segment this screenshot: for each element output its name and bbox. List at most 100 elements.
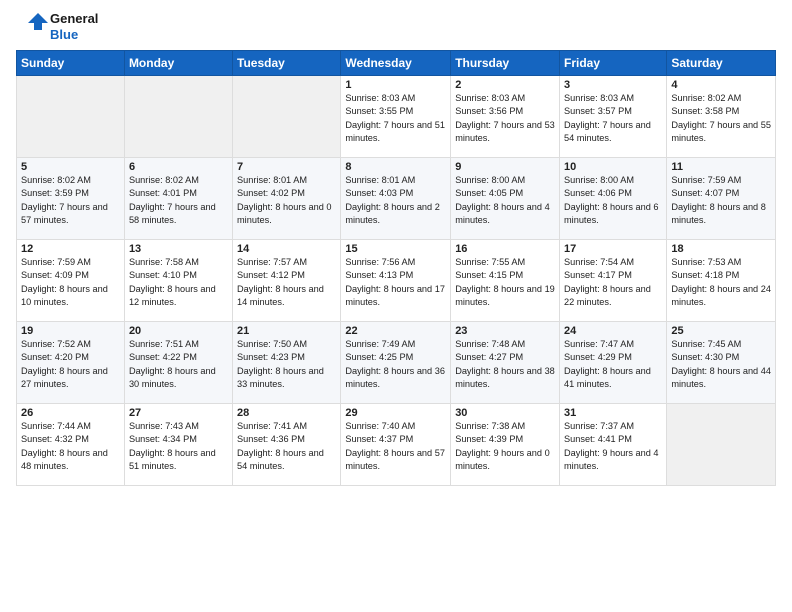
cell-w2-d3: 7Sunrise: 8:01 AM Sunset: 4:02 PM Daylig… — [233, 158, 341, 240]
day-number: 8 — [345, 161, 446, 173]
day-info: Sunrise: 7:45 AM Sunset: 4:30 PM Dayligh… — [671, 338, 771, 391]
day-number: 14 — [237, 243, 336, 255]
cell-w2-d1: 5Sunrise: 8:02 AM Sunset: 3:59 PM Daylig… — [17, 158, 125, 240]
day-info: Sunrise: 7:58 AM Sunset: 4:10 PM Dayligh… — [129, 256, 228, 309]
day-number: 25 — [671, 325, 771, 337]
cell-w5-d5: 30Sunrise: 7:38 AM Sunset: 4:39 PM Dayli… — [451, 404, 560, 486]
header-wednesday: Wednesday — [341, 51, 451, 76]
day-info: Sunrise: 7:52 AM Sunset: 4:20 PM Dayligh… — [21, 338, 120, 391]
day-info: Sunrise: 8:03 AM Sunset: 3:55 PM Dayligh… — [345, 92, 446, 145]
day-info: Sunrise: 8:01 AM Sunset: 4:03 PM Dayligh… — [345, 174, 446, 227]
day-number: 17 — [564, 243, 662, 255]
day-info: Sunrise: 7:40 AM Sunset: 4:37 PM Dayligh… — [345, 420, 446, 473]
week-row-3: 12Sunrise: 7:59 AM Sunset: 4:09 PM Dayli… — [17, 240, 776, 322]
day-number: 28 — [237, 407, 336, 419]
day-info: Sunrise: 8:03 AM Sunset: 3:56 PM Dayligh… — [455, 92, 555, 145]
day-number: 15 — [345, 243, 446, 255]
day-number: 3 — [564, 79, 662, 91]
day-info: Sunrise: 7:53 AM Sunset: 4:18 PM Dayligh… — [671, 256, 771, 309]
cell-w2-d7: 11Sunrise: 7:59 AM Sunset: 4:07 PM Dayli… — [667, 158, 776, 240]
day-number: 19 — [21, 325, 120, 337]
day-info: Sunrise: 8:02 AM Sunset: 3:59 PM Dayligh… — [21, 174, 120, 227]
cell-w3-d4: 15Sunrise: 7:56 AM Sunset: 4:13 PM Dayli… — [341, 240, 451, 322]
day-number: 27 — [129, 407, 228, 419]
cell-w5-d2: 27Sunrise: 7:43 AM Sunset: 4:34 PM Dayli… — [124, 404, 232, 486]
cell-w4-d1: 19Sunrise: 7:52 AM Sunset: 4:20 PM Dayli… — [17, 322, 125, 404]
cell-w2-d6: 10Sunrise: 8:00 AM Sunset: 4:06 PM Dayli… — [560, 158, 667, 240]
header: General Blue — [16, 10, 776, 44]
day-info: Sunrise: 7:47 AM Sunset: 4:29 PM Dayligh… — [564, 338, 662, 391]
cell-w1-d6: 3Sunrise: 8:03 AM Sunset: 3:57 PM Daylig… — [560, 76, 667, 158]
cell-w5-d1: 26Sunrise: 7:44 AM Sunset: 4:32 PM Dayli… — [17, 404, 125, 486]
logo: General Blue — [16, 10, 98, 44]
day-number: 1 — [345, 79, 446, 91]
day-info: Sunrise: 8:02 AM Sunset: 4:01 PM Dayligh… — [129, 174, 228, 227]
header-saturday: Saturday — [667, 51, 776, 76]
cell-w3-d7: 18Sunrise: 7:53 AM Sunset: 4:18 PM Dayli… — [667, 240, 776, 322]
cell-w5-d7 — [667, 404, 776, 486]
day-number: 10 — [564, 161, 662, 173]
cell-w1-d3 — [233, 76, 341, 158]
cell-w5-d3: 28Sunrise: 7:41 AM Sunset: 4:36 PM Dayli… — [233, 404, 341, 486]
cell-w4-d2: 20Sunrise: 7:51 AM Sunset: 4:22 PM Dayli… — [124, 322, 232, 404]
header-friday: Friday — [560, 51, 667, 76]
day-number: 7 — [237, 161, 336, 173]
cell-w1-d4: 1Sunrise: 8:03 AM Sunset: 3:55 PM Daylig… — [341, 76, 451, 158]
day-number: 23 — [455, 325, 555, 337]
cell-w5-d6: 31Sunrise: 7:37 AM Sunset: 4:41 PM Dayli… — [560, 404, 667, 486]
day-info: Sunrise: 8:01 AM Sunset: 4:02 PM Dayligh… — [237, 174, 336, 227]
day-number: 29 — [345, 407, 446, 419]
cell-w3-d5: 16Sunrise: 7:55 AM Sunset: 4:15 PM Dayli… — [451, 240, 560, 322]
day-number: 5 — [21, 161, 120, 173]
day-info: Sunrise: 7:44 AM Sunset: 4:32 PM Dayligh… — [21, 420, 120, 473]
day-info: Sunrise: 8:03 AM Sunset: 3:57 PM Dayligh… — [564, 92, 662, 145]
day-number: 30 — [455, 407, 555, 419]
day-number: 6 — [129, 161, 228, 173]
day-number: 18 — [671, 243, 771, 255]
day-info: Sunrise: 7:41 AM Sunset: 4:36 PM Dayligh… — [237, 420, 336, 473]
day-number: 9 — [455, 161, 555, 173]
cell-w3-d3: 14Sunrise: 7:57 AM Sunset: 4:12 PM Dayli… — [233, 240, 341, 322]
logo-general: General — [50, 11, 98, 26]
cell-w3-d6: 17Sunrise: 7:54 AM Sunset: 4:17 PM Dayli… — [560, 240, 667, 322]
day-number: 31 — [564, 407, 662, 419]
day-info: Sunrise: 7:59 AM Sunset: 4:07 PM Dayligh… — [671, 174, 771, 227]
cell-w3-d1: 12Sunrise: 7:59 AM Sunset: 4:09 PM Dayli… — [17, 240, 125, 322]
day-number: 12 — [21, 243, 120, 255]
cell-w1-d2 — [124, 76, 232, 158]
week-row-5: 26Sunrise: 7:44 AM Sunset: 4:32 PM Dayli… — [17, 404, 776, 486]
day-number: 26 — [21, 407, 120, 419]
day-info: Sunrise: 7:38 AM Sunset: 4:39 PM Dayligh… — [455, 420, 555, 473]
header-sunday: Sunday — [17, 51, 125, 76]
cell-w4-d5: 23Sunrise: 7:48 AM Sunset: 4:27 PM Dayli… — [451, 322, 560, 404]
logo-svg — [16, 10, 50, 44]
day-info: Sunrise: 8:00 AM Sunset: 4:05 PM Dayligh… — [455, 174, 555, 227]
day-info: Sunrise: 7:37 AM Sunset: 4:41 PM Dayligh… — [564, 420, 662, 473]
calendar-header-row: SundayMondayTuesdayWednesdayThursdayFrid… — [17, 51, 776, 76]
cell-w4-d6: 24Sunrise: 7:47 AM Sunset: 4:29 PM Dayli… — [560, 322, 667, 404]
day-info: Sunrise: 7:51 AM Sunset: 4:22 PM Dayligh… — [129, 338, 228, 391]
cell-w5-d4: 29Sunrise: 7:40 AM Sunset: 4:37 PM Dayli… — [341, 404, 451, 486]
day-info: Sunrise: 7:49 AM Sunset: 4:25 PM Dayligh… — [345, 338, 446, 391]
day-info: Sunrise: 7:54 AM Sunset: 4:17 PM Dayligh… — [564, 256, 662, 309]
day-number: 2 — [455, 79, 555, 91]
cell-w2-d4: 8Sunrise: 8:01 AM Sunset: 4:03 PM Daylig… — [341, 158, 451, 240]
week-row-4: 19Sunrise: 7:52 AM Sunset: 4:20 PM Dayli… — [17, 322, 776, 404]
day-number: 13 — [129, 243, 228, 255]
day-info: Sunrise: 7:57 AM Sunset: 4:12 PM Dayligh… — [237, 256, 336, 309]
cell-w4-d4: 22Sunrise: 7:49 AM Sunset: 4:25 PM Dayli… — [341, 322, 451, 404]
cell-w1-d7: 4Sunrise: 8:02 AM Sunset: 3:58 PM Daylig… — [667, 76, 776, 158]
day-info: Sunrise: 7:50 AM Sunset: 4:23 PM Dayligh… — [237, 338, 336, 391]
cell-w4-d3: 21Sunrise: 7:50 AM Sunset: 4:23 PM Dayli… — [233, 322, 341, 404]
day-number: 16 — [455, 243, 555, 255]
page: General Blue SundayMondayTuesdayWednesda… — [0, 0, 792, 612]
day-number: 20 — [129, 325, 228, 337]
day-info: Sunrise: 7:48 AM Sunset: 4:27 PM Dayligh… — [455, 338, 555, 391]
logo-blue: Blue — [50, 27, 78, 42]
day-info: Sunrise: 8:02 AM Sunset: 3:58 PM Dayligh… — [671, 92, 771, 145]
week-row-2: 5Sunrise: 8:02 AM Sunset: 3:59 PM Daylig… — [17, 158, 776, 240]
day-number: 24 — [564, 325, 662, 337]
header-thursday: Thursday — [451, 51, 560, 76]
day-number: 22 — [345, 325, 446, 337]
week-row-1: 1Sunrise: 8:03 AM Sunset: 3:55 PM Daylig… — [17, 76, 776, 158]
